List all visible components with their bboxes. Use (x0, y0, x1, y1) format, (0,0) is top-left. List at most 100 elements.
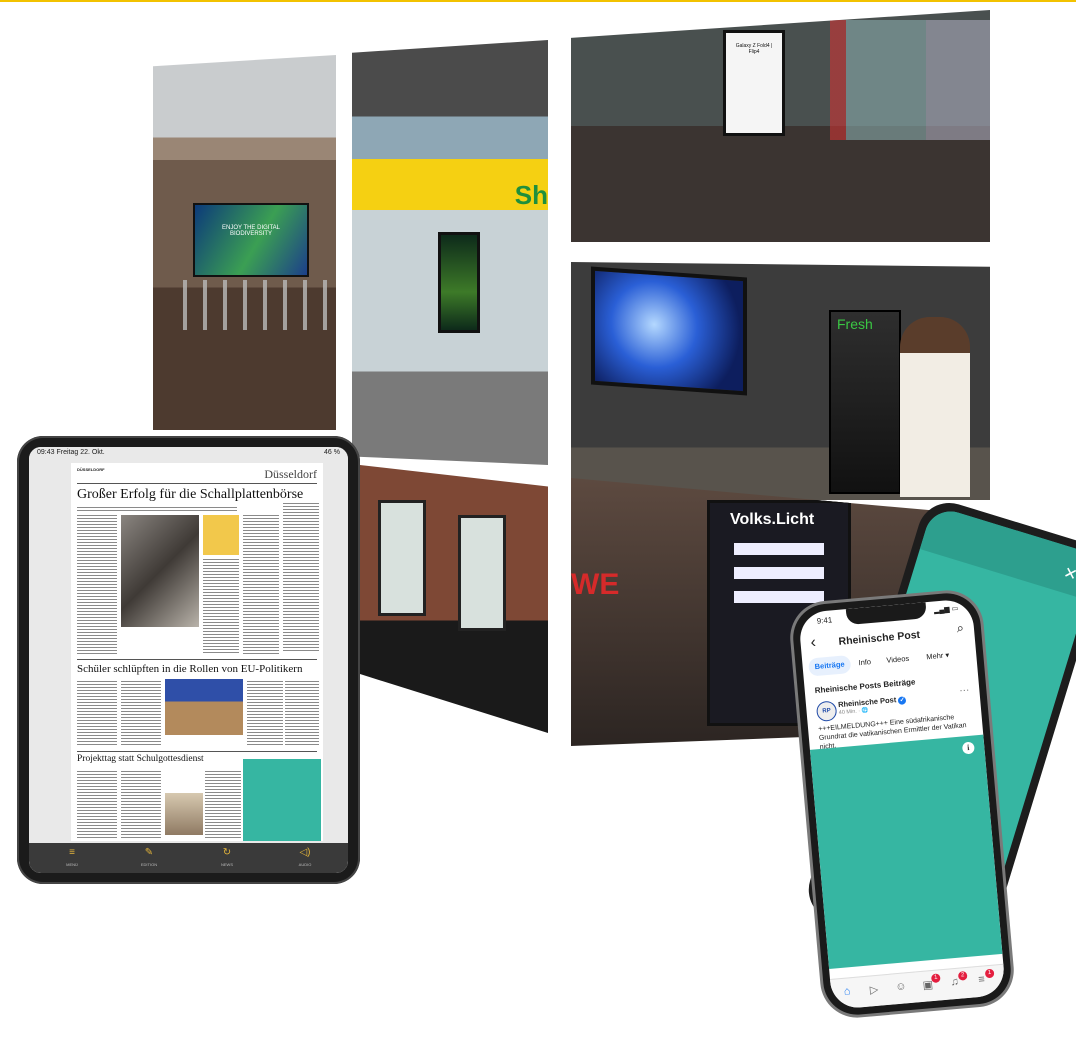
project-day-photo (165, 793, 203, 835)
page-title: Rheinische Post (838, 628, 921, 648)
toolbar-label: EDITION (140, 862, 158, 867)
toolbar-label: AUDIO (298, 862, 312, 867)
verified-icon: ✓ (898, 696, 907, 705)
top-accent-rule (0, 0, 1076, 2)
tab-posts[interactable]: Beiträge (807, 654, 852, 677)
post-media[interactable]: i (809, 734, 1003, 969)
divider (77, 751, 317, 752)
signal-battery-icon: ▂▄▆ ▭ (933, 605, 959, 615)
map-graphic (203, 515, 239, 555)
notifications-badge: 2 (957, 970, 968, 981)
cafe-display-stand: Galaxy Z Fold4 | Flip4 (723, 30, 785, 136)
text-column (203, 559, 239, 655)
groups-icon[interactable]: ☺ (892, 980, 909, 997)
ipad-status-time: 09:43 Freitag 22. Okt. (37, 449, 105, 456)
ipad-device: 09:43 Freitag 22. Okt. 46 % DÜSSELDORF D… (17, 436, 360, 884)
text-column (243, 515, 279, 655)
menu-badge: 1 (984, 968, 995, 979)
divider (77, 483, 317, 484)
cafe-window (830, 20, 990, 140)
toolbar-label: MENÜ (66, 862, 78, 867)
kiosk-fridge: Fresh (829, 310, 901, 494)
phone-notch (845, 602, 927, 626)
station-sign: Sh (514, 180, 548, 210)
cafe-stand-text: Galaxy Z Fold4 | Flip4 (735, 43, 773, 55)
text-column (121, 771, 161, 839)
text-column (205, 771, 241, 839)
lobby-display-screen: ENJOY THE DIGITAL BIODIVERSITY (193, 203, 309, 277)
photo-office-lobby: ENJOY THE DIGITAL BIODIVERSITY (153, 55, 336, 430)
headline-3[interactable]: Projekttag statt Schulgottesdienst (77, 754, 204, 764)
headline-2[interactable]: Schüler schlüpften in die Rollen von EU-… (77, 663, 302, 675)
notifications-icon[interactable]: ♫ 2 (946, 970, 968, 992)
epaper-page[interactable]: DÜSSELDORF Düsseldorf Großer Erfolg für … (71, 463, 323, 841)
text-column (77, 771, 117, 839)
back-chevron-icon[interactable]: ‹ (810, 634, 817, 652)
text-column (121, 681, 161, 747)
section-title: Rheinische Posts Beiträge (814, 677, 916, 696)
board-row (734, 567, 824, 579)
divider (77, 659, 317, 660)
text-column (77, 681, 117, 747)
toolbar-audio[interactable]: ◁) AUDIO (280, 847, 330, 867)
kiosk-wall-tv (591, 266, 747, 396)
gym-window (378, 500, 426, 616)
home-icon[interactable]: ⌂ (839, 985, 856, 1002)
text-column (285, 681, 319, 747)
text-column (77, 515, 117, 655)
toolbar-menu[interactable]: ≡ MENÜ (47, 847, 97, 867)
phone-time: 9:41 (816, 615, 833, 626)
gym-window (458, 515, 506, 631)
avatar[interactable]: RP (815, 700, 838, 723)
fridge-brand: Fresh (837, 316, 873, 332)
toolbar-edition[interactable]: ✎ EDITION (124, 847, 174, 867)
paper-city: Düsseldorf (264, 467, 317, 481)
video-icon[interactable]: ▷ (866, 982, 883, 999)
ipad-screen: 09:43 Freitag 22. Okt. 46 % DÜSSELDORF D… (29, 447, 348, 873)
subheadline-text (77, 507, 237, 511)
eu-classroom-photo (165, 679, 243, 735)
bottom-nav: ⌂ ▷ ☺ ▣ 1 ♫ 2 ≡ 1 (829, 963, 1007, 1010)
phone-screen: 9:41 ▂▄▆ ▭ ‹ Rheinische Post ⌕ Beiträge … (797, 598, 1007, 1010)
post-meta: 40 Min. · 🌐 (838, 707, 869, 717)
post-author[interactable]: Rheinische Post ✓ (838, 694, 907, 710)
sidebar-text-column (283, 503, 319, 653)
ipad-app-toolbar: ≡ MENÜ ✎ EDITION ↻ NEWS ◁) AUDIO (29, 843, 348, 873)
search-icon[interactable]: ⌕ (956, 620, 965, 637)
lobby-turnstiles (183, 280, 333, 330)
phone-facebook-page: 9:41 ▂▄▆ ▭ ‹ Rheinische Post ⌕ Beiträge … (790, 590, 1014, 1018)
photo-kiosk: Fresh (571, 262, 990, 500)
station-display-totem (438, 232, 480, 333)
kiosk-person (900, 317, 970, 497)
marketplace-icon[interactable]: ▣ 1 (919, 973, 941, 995)
page-tabs: Beiträge Info Videos Mehr ▾ (807, 645, 971, 679)
board-row (734, 543, 824, 555)
toolbar-label: NEWS (221, 862, 233, 867)
menu-icon[interactable]: ≡ 1 (973, 968, 995, 990)
board-row (734, 591, 824, 603)
story-header (919, 504, 1076, 600)
marketplace-badge: 1 (930, 973, 941, 984)
tab-more[interactable]: Mehr ▾ (920, 646, 956, 667)
edit-icon: ✎ (144, 847, 154, 858)
photo-gas-station: Sh (352, 40, 548, 465)
more-options-icon[interactable]: ··· (959, 685, 970, 697)
audio-icon: ◁) (299, 847, 311, 858)
toolbar-news[interactable]: ↻ NEWS (202, 847, 252, 867)
info-icon[interactable]: i (961, 741, 975, 755)
menu-icon: ≡ (69, 847, 75, 858)
ad-placeholder[interactable] (243, 759, 321, 841)
ipad-battery: 46 % (324, 449, 340, 456)
store-letters: WE (571, 568, 620, 601)
tab-videos[interactable]: Videos (880, 649, 916, 670)
photo-gym (360, 465, 548, 733)
text-column (247, 681, 283, 747)
paper-masthead: DÜSSELDORF (77, 467, 105, 472)
ipad-status-bar: 09:43 Freitag 22. Okt. 46 % (29, 447, 348, 459)
refresh-icon: ↻ (222, 847, 232, 858)
tab-info[interactable]: Info (852, 653, 878, 673)
shop-board-title: Volks.Licht (730, 511, 815, 528)
headline-1[interactable]: Großer Erfolg für die Schallplattenbörse (77, 487, 303, 503)
record-fair-photo (121, 515, 199, 627)
lobby-screen-text: ENJOY THE DIGITAL BIODIVERSITY (221, 225, 280, 237)
